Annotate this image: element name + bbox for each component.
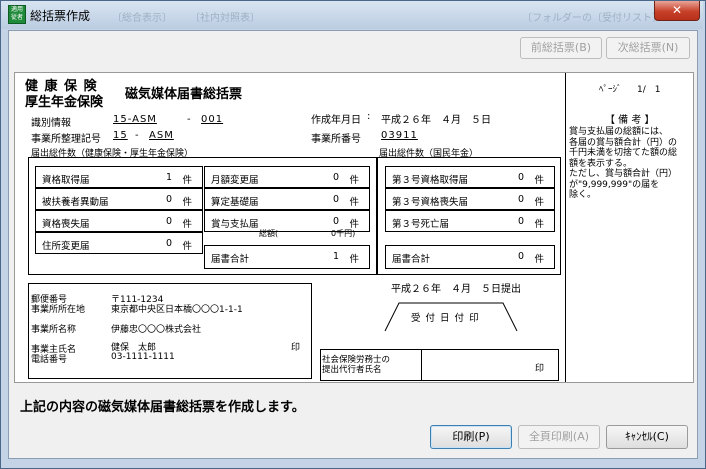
remarks-text: 賞与支払届の総額には、 各届の賞与額合計（円）の 千円未満を切捨てた額の総 額を…	[569, 127, 678, 200]
health-count-row: 算定基礎届 0 件	[204, 188, 370, 210]
submission-date: 平成２６年 ４月 ５日提出	[391, 284, 521, 295]
page-label: ﾍﾟｰｼﾞ	[599, 85, 622, 95]
location-value: 東京都中央区日本橋〇〇〇1-1-1	[111, 305, 243, 315]
next-summary-button[interactable]: 次総括票(N)	[606, 37, 690, 59]
id-separator: -	[187, 114, 191, 125]
health-count-row: 住所変更届 0 件	[35, 232, 203, 254]
pension-count-row: 第３号死亡届 0 件	[385, 210, 555, 232]
remarks-title: 【 備 考 】	[605, 115, 655, 126]
form-title: 磁気媒体届書総括票	[125, 87, 243, 102]
print-button[interactable]: 印刷(P)	[430, 425, 512, 449]
office-code-value-1: 15	[113, 130, 128, 141]
company-name-value: 伊藤忠〇〇〇株式会社	[111, 325, 202, 335]
creation-date: 平成２６年 ４月 ５日	[381, 115, 491, 126]
print-all-button[interactable]: 全頁印刷(A)	[518, 425, 600, 449]
health-total-row: 届書合計 1 件	[204, 245, 370, 269]
date-colon: :	[367, 111, 371, 122]
close-icon: ✕	[671, 3, 683, 17]
id-label: 識別情報	[31, 118, 71, 129]
page-number: 1/ 1	[637, 85, 661, 95]
background-title-text: 〔総合表示〕	[112, 13, 172, 24]
app-icon: 適用 従者	[8, 5, 26, 24]
cancel-button[interactable]: ｷｬﾝｾﾙ(C)	[606, 425, 688, 449]
health-count-row: 資格取得届 1 件	[35, 166, 203, 188]
pension-count-row: 第３号資格取得届 0 件	[385, 166, 555, 188]
pension-count-row: 第３号資格喪失届 0 件	[385, 188, 555, 210]
agent-label-line2: 提出代行者氏名	[322, 365, 382, 375]
id-value-1: 15-ASM	[113, 114, 157, 125]
pension-total-row: 届書合計 0 件	[385, 245, 555, 269]
office-code-value-2: ASM	[149, 130, 174, 141]
background-title-text: 〔社内対照表〕	[190, 13, 260, 24]
prev-summary-button[interactable]: 前総括票(B)	[520, 37, 602, 59]
agent-box-divider	[421, 349, 422, 381]
owner-seal: 印	[291, 343, 301, 353]
remarks-divider	[565, 73, 566, 382]
insurance-type-line2: 厚生年金保険	[25, 95, 104, 110]
location-label: 事業所所在地	[31, 305, 86, 315]
bonus-total-label: 総額(	[259, 229, 279, 238]
window-title: 総括票作成	[30, 9, 91, 23]
health-count-row: 月額変更届 0 件	[204, 166, 370, 188]
office-code-label: 事業所整理記号	[31, 134, 101, 145]
background-title-text: 〔フォルダーの〔受付リスト〕	[522, 13, 662, 24]
office-code-separator: -	[135, 130, 139, 141]
health-count-row: 資格喪失届 0 件	[35, 210, 203, 232]
office-number-value: 03911	[381, 130, 418, 141]
bonus-total-value: 0千円)	[331, 229, 356, 238]
receipt-stamp-label: 受 付 日 付 印	[411, 313, 480, 324]
id-value-2: 001	[201, 114, 224, 125]
close-button[interactable]: ✕	[654, 1, 700, 21]
office-number-label: 事業所番号	[311, 134, 361, 145]
date-label: 作成年月日	[311, 115, 361, 126]
phone-label: 電話番号	[31, 355, 68, 365]
confirmation-message: 上記の内容の磁気媒体届書総括票を作成します。	[20, 400, 305, 415]
company-name-label: 事業所名称	[31, 325, 77, 335]
health-count-row: 被扶養者異動届 0 件	[35, 188, 203, 210]
agent-seal: 印	[535, 364, 545, 374]
phone-value: 03-1111-1111	[111, 352, 175, 362]
summary-form-panel: 健 康 保 険 厚生年金保険 磁気媒体届書総括票 ﾍﾟｰｼﾞ 1/ 1 識別情報…	[14, 72, 694, 383]
